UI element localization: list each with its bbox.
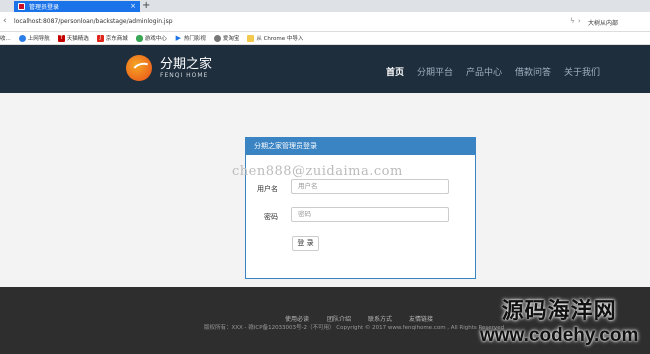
bookmark-label: 热门影视 — [183, 36, 206, 42]
search-suggestion-text[interactable]: 大树从内部 — [588, 18, 618, 27]
login-panel-title: 分期之家管理员登录 — [246, 138, 475, 155]
bookmark-label: 收... — [0, 36, 11, 42]
play-icon: ▶ — [175, 33, 181, 42]
bookmarks-bar: 收... 上网导航 T 天猫精选 J 京东商城 游戏中心 ▶ 热门影视 爱淘宝 从 C… — [0, 32, 650, 45]
favicon-icon — [18, 3, 25, 10]
dropdown-chevron-icon[interactable]: › — [578, 17, 581, 25]
bookmark-label: 京东商城 — [105, 36, 128, 42]
username-input[interactable]: 用户名 — [291, 179, 449, 194]
watermark-brand: 源码海洋网 — [501, 299, 617, 324]
back-icon[interactable]: ‹ — [3, 16, 7, 26]
tmall-icon: T — [57, 34, 65, 42]
browser-tab-bar: 管理员登录 × + — [0, 0, 650, 12]
bookmark-label: 天猫精选 — [66, 36, 89, 42]
footer-link-friends[interactable]: 友情链接 — [409, 314, 433, 323]
taobao-icon — [213, 34, 221, 42]
bookmark-label: 游戏中心 — [144, 36, 167, 42]
footer-link-guide[interactable]: 使用必读 — [285, 314, 309, 323]
footer-copyright: 版权所有：XXX - 赣ICP备12033003号-2（不可用） Copyrig… — [204, 325, 505, 331]
nav-faq[interactable]: 借款问答 — [515, 65, 551, 78]
address-bar: ‹ localhost:8087/personloan/backstage/ad… — [0, 12, 650, 32]
bookmark-item[interactable]: T 天猫精选 — [57, 34, 89, 42]
bookmark-label: 从 Chrome 中导入 — [256, 36, 304, 42]
footer-link-team[interactable]: 团队介绍 — [327, 314, 351, 323]
login-button[interactable]: 登 录 — [292, 236, 319, 251]
bookmark-item[interactable]: 收... — [0, 34, 11, 42]
password-input[interactable]: 密码 — [291, 207, 449, 222]
bookmark-item[interactable]: 上网导航 — [18, 34, 50, 42]
bookmark-item[interactable]: 爱淘宝 — [213, 34, 240, 42]
url-field[interactable]: localhost:8087/personloan/backstage/admi… — [14, 18, 173, 25]
folder-icon — [247, 34, 255, 42]
logo-mark-icon — [126, 55, 152, 81]
email-watermark: chen888@zuidaima.com — [232, 164, 403, 179]
watermark-url: www.codehy.com — [480, 325, 639, 346]
footer-link-contact[interactable]: 联系方式 — [368, 314, 392, 323]
jd-icon: J — [96, 34, 104, 42]
new-tab-button[interactable]: + — [142, 0, 150, 11]
bookmark-item[interactable]: 从 Chrome 中导入 — [247, 34, 303, 42]
browser-tab[interactable]: 管理员登录 × — [14, 1, 140, 12]
nav-products[interactable]: 产品中心 — [466, 65, 502, 78]
tab-title: 管理员登录 — [29, 4, 60, 11]
bookmark-item[interactable]: J 京东商城 — [96, 34, 128, 42]
password-label: 密码 — [264, 213, 278, 221]
logo-title: 分期之家 — [160, 56, 213, 72]
source-site-watermark: 源码海洋网 www.codehy.com — [480, 293, 638, 347]
gamepad-icon — [135, 34, 143, 42]
nav-platform[interactable]: 分期平台 — [417, 65, 453, 78]
bookmark-label: 爱淘宝 — [222, 36, 240, 42]
bookmark-item[interactable]: ▶ 热门影视 — [175, 34, 206, 42]
bookmark-label: 上网导航 — [27, 36, 50, 42]
site-header: 分期之家 FENQI HOME 首页 分期平台 产品中心 借款问答 关于我们 — [0, 45, 650, 93]
username-label: 用户名 — [257, 185, 278, 193]
site-logo[interactable]: 分期之家 FENQI HOME — [126, 55, 212, 81]
globe-icon — [18, 34, 26, 42]
bookmark-item[interactable]: 游戏中心 — [135, 34, 167, 42]
nav-about[interactable]: 关于我们 — [564, 65, 600, 78]
nav-home[interactable]: 首页 — [386, 65, 404, 78]
logo-subtitle: FENQI HOME — [160, 71, 209, 79]
close-tab-icon[interactable]: × — [130, 2, 136, 10]
lightning-icon[interactable]: ϟ — [570, 17, 575, 25]
